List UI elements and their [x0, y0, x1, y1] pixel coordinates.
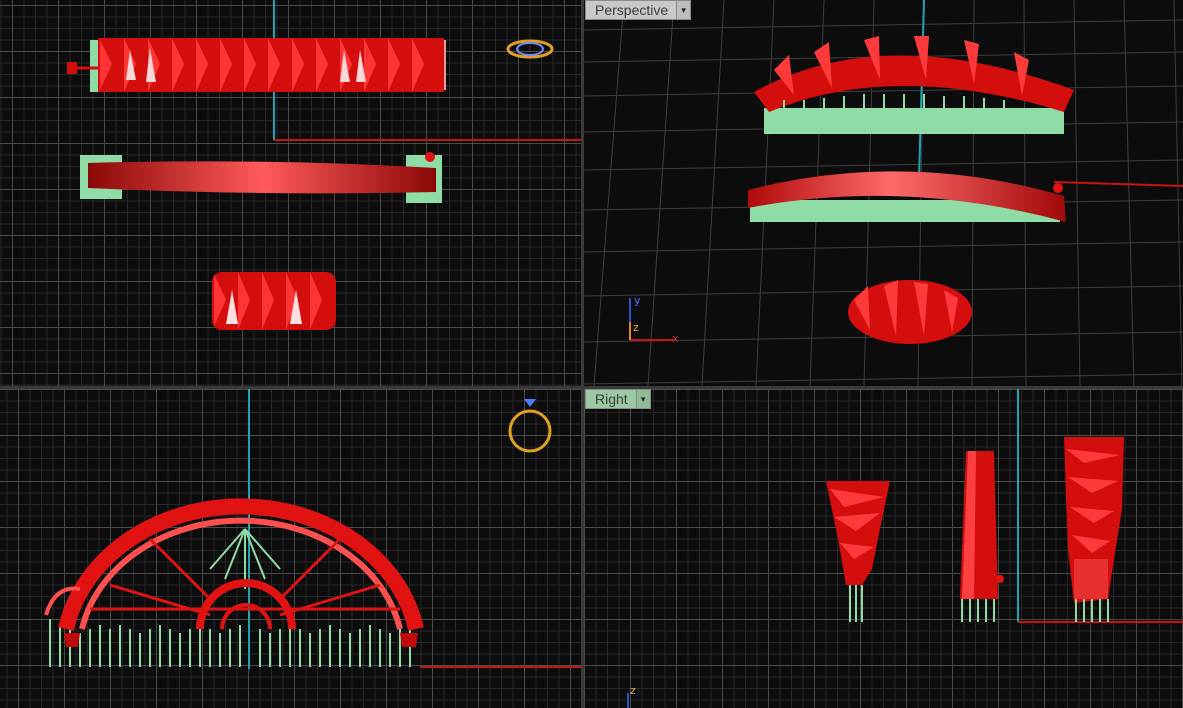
- axis-y-label: y: [634, 294, 641, 307]
- ring-band-smooth: [88, 161, 436, 194]
- ring-view-icon: [506, 39, 554, 59]
- front-view-geometry: [44, 389, 581, 669]
- axis-z-label: z: [630, 684, 636, 697]
- top-view-geometry: [67, 0, 581, 330]
- ring-arcs: [58, 498, 424, 631]
- perspective-grid: [584, 0, 1183, 386]
- ring-front-icon: [508, 399, 552, 453]
- dropdown-arrow-icon[interactable]: ▾: [635, 390, 650, 408]
- viewport-name: Right: [595, 391, 628, 407]
- axis-x-label: x: [672, 332, 679, 345]
- right-view-geometry: [627, 389, 1183, 708]
- viewport-perspective[interactable]: y z x Perspective ▾: [584, 0, 1183, 386]
- viewport-label-perspective[interactable]: Perspective ▾: [585, 0, 692, 20]
- support-base: [764, 108, 1064, 134]
- viewport-front[interactable]: [0, 389, 581, 708]
- dropdown-arrow-icon[interactable]: ▾: [676, 1, 691, 19]
- axis-z-label: z: [633, 321, 639, 334]
- viewport-top[interactable]: [0, 0, 581, 386]
- viewport-label-right[interactable]: Right ▾: [585, 389, 651, 409]
- viewport-name: Perspective: [595, 2, 669, 18]
- viewport-right[interactable]: z Right ▾: [584, 389, 1183, 708]
